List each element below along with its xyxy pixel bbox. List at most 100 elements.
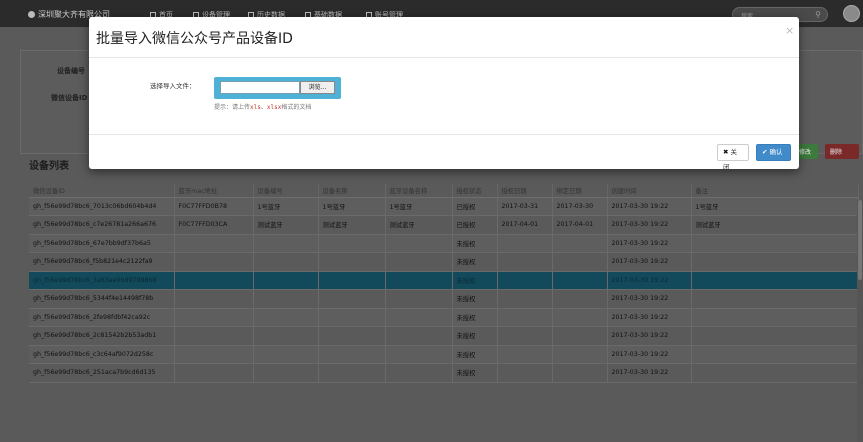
table-row[interactable]: gh_f56e99d78bc6_c7e26781a266a676 F0C77FFD… bbox=[29, 215, 859, 235]
table-cell: 2017-03-30 19:22 bbox=[607, 363, 692, 383]
col-header[interactable]: 设备名称 bbox=[318, 184, 386, 198]
table-cell: 2017-03-30 19:22 bbox=[607, 271, 692, 290]
col-header[interactable]: 绑定日期 bbox=[552, 184, 608, 198]
table-cell: 2017-03-30 19:22 bbox=[607, 326, 692, 346]
table-cell: 2017-03-30 19:22 bbox=[607, 345, 692, 364]
table-cell bbox=[552, 363, 608, 383]
table-body: gh_f56e99d78bc6_7013c06bd604b4d4 F0C77FFD… bbox=[29, 197, 859, 383]
table-cell bbox=[552, 271, 608, 290]
table-cell: gh_f56e99d78bc6_2c81542b2b53adb1 bbox=[29, 326, 175, 346]
wx-device-id-label: 微信设备ID bbox=[51, 94, 88, 102]
col-header[interactable]: 蓝牙设备名称 bbox=[385, 184, 453, 198]
table-row[interactable]: gh_f56e99d78bc6_2fe98fdbf42ca92c 未授权 2017-… bbox=[29, 308, 859, 327]
table-cell bbox=[691, 252, 859, 272]
file-picker: 浏览... bbox=[214, 77, 341, 99]
col-header[interactable]: 设备编号 bbox=[253, 184, 319, 198]
table-cell: 1号蓝牙 bbox=[318, 197, 386, 216]
modal-title: 批量导入微信公众号产品设备ID bbox=[96, 31, 293, 47]
table-cell bbox=[497, 326, 553, 346]
scrollbar[interactable] bbox=[857, 200, 863, 442]
section-title: 设备列表 bbox=[29, 161, 69, 172]
table-cell bbox=[318, 345, 386, 364]
table-cell: 2017-03-30 19:22 bbox=[607, 234, 692, 253]
table-row[interactable]: gh_f56e99d78bc6_7013c06bd604b4d4 F0C77FFD… bbox=[29, 197, 859, 216]
table-row[interactable]: gh_f56e99d78bc6_3a63ae9b997988b8 未授权 2017-… bbox=[29, 271, 859, 290]
table-cell bbox=[385, 345, 453, 364]
table-cell bbox=[174, 271, 254, 290]
file-label: 选择导入文件： bbox=[150, 82, 196, 90]
table-cell bbox=[253, 234, 319, 253]
table-header-row: 微信设备ID 蓝牙mac地址 设备编号 设备名称 蓝牙设备名称 授权状态 授权日… bbox=[29, 184, 859, 198]
table-row[interactable]: gh_f56e99d78bc6_5344f4e14498f78b 未授权 2017-… bbox=[29, 289, 859, 309]
table-cell: F0C77FFD03CA bbox=[174, 215, 254, 235]
upload-hint: 提示：请上传xls、xlsx格式的文档 bbox=[214, 104, 312, 111]
table-cell: 2017-03-30 19:22 bbox=[607, 308, 692, 327]
table-cell: F0C77FFD0B78 bbox=[174, 197, 254, 216]
table-cell bbox=[552, 308, 608, 327]
table-cell bbox=[691, 308, 859, 327]
table-cell: 1号蓝牙 bbox=[385, 197, 453, 216]
browse-button[interactable]: 浏览... bbox=[300, 81, 335, 94]
table-row[interactable]: gh_f56e99d78bc6_251aca7b9cd6d135 未授权 2017-… bbox=[29, 363, 859, 383]
table-cell bbox=[253, 308, 319, 327]
scrollbar-thumb[interactable] bbox=[858, 200, 862, 280]
table-cell bbox=[253, 326, 319, 346]
col-header[interactable]: 微信设备ID bbox=[29, 184, 175, 198]
close-button[interactable]: ✖ 关闭 bbox=[717, 144, 749, 171]
table-cell: 未授权 bbox=[452, 326, 498, 346]
table-cell: 未授权 bbox=[452, 289, 498, 309]
table-cell: gh_f56e99d78bc6_c3c64af9072d258c bbox=[29, 345, 175, 364]
modal-header: 批量导入微信公众号产品设备ID × bbox=[89, 17, 799, 58]
col-header[interactable]: 蓝牙mac地址 bbox=[174, 184, 254, 198]
modal-body: 选择导入文件： 浏览... 提示：请上传xls、xlsx格式的文档 bbox=[89, 58, 799, 134]
table-cell: 未授权 bbox=[452, 345, 498, 364]
close-icon[interactable]: × bbox=[785, 24, 794, 37]
table-cell bbox=[253, 271, 319, 290]
col-header[interactable]: 备注 bbox=[691, 184, 859, 198]
col-header[interactable]: 创建时间 bbox=[607, 184, 692, 198]
logo-icon bbox=[28, 11, 35, 18]
table-cell: 1号蓝牙 bbox=[691, 197, 859, 216]
table-cell bbox=[552, 289, 608, 309]
table-row[interactable]: gh_f56e99d78bc6_67e7bb9df37b6a5 未授权 2017-0… bbox=[29, 234, 859, 253]
table-cell: 2017-03-31 bbox=[497, 197, 553, 216]
table-cell: gh_f56e99d78bc6_f5b821e4c2122fa9 bbox=[29, 252, 175, 272]
table-cell: gh_f56e99d78bc6_5344f4e14498f78b bbox=[29, 289, 175, 309]
device-no-label: 设备编号 bbox=[57, 67, 85, 75]
table-row[interactable]: gh_f56e99d78bc6_c3c64af9072d258c 未授权 2017-… bbox=[29, 345, 859, 364]
table-cell: gh_f56e99d78bc6_c7e26781a266a676 bbox=[29, 215, 175, 235]
table-cell: gh_f56e99d78bc6_251aca7b9cd6d135 bbox=[29, 363, 175, 383]
table-cell bbox=[174, 289, 254, 309]
table-cell bbox=[691, 271, 859, 290]
table-cell bbox=[174, 326, 254, 346]
device-table-wrapper: 微信设备ID 蓝牙mac地址 设备编号 设备名称 蓝牙设备名称 授权状态 授权日… bbox=[29, 184, 859, 383]
table-row[interactable]: gh_f56e99d78bc6_f5b821e4c2122fa9 未授权 2017-… bbox=[29, 252, 859, 272]
table-cell: 2017-04-01 bbox=[497, 215, 553, 235]
table-cell: 测试蓝牙 bbox=[318, 215, 386, 235]
table-cell bbox=[497, 234, 553, 253]
table-cell bbox=[497, 345, 553, 364]
device-table: 微信设备ID 蓝牙mac地址 设备编号 设备名称 蓝牙设备名称 授权状态 授权日… bbox=[29, 184, 859, 383]
close-icon: ✖ bbox=[723, 148, 729, 156]
table-cell: 测试蓝牙 bbox=[385, 215, 453, 235]
table-cell bbox=[497, 271, 553, 290]
import-modal: 批量导入微信公众号产品设备ID × 选择导入文件： 浏览... 提示：请上传xl… bbox=[89, 17, 799, 171]
search-icon[interactable]: ⚲ bbox=[815, 10, 821, 19]
col-header[interactable]: 授权日期 bbox=[497, 184, 553, 198]
table-cell: 已授权 bbox=[452, 197, 498, 216]
confirm-button[interactable]: ✔ 确认 bbox=[756, 144, 791, 161]
file-path-input[interactable] bbox=[220, 81, 300, 94]
table-cell: 2017-04-01 bbox=[552, 215, 608, 235]
avatar[interactable] bbox=[843, 5, 860, 22]
table-cell: 2017-03-30 19:22 bbox=[607, 252, 692, 272]
table-cell: 测试蓝牙 bbox=[253, 215, 319, 235]
table-cell bbox=[318, 271, 386, 290]
table-row[interactable]: gh_f56e99d78bc6_2c81542b2b53adb1 未授权 2017-… bbox=[29, 326, 859, 346]
col-header[interactable]: 授权状态 bbox=[452, 184, 498, 198]
table-cell bbox=[318, 234, 386, 253]
table-cell bbox=[253, 363, 319, 383]
delete-button[interactable]: 删除 bbox=[825, 144, 859, 159]
table-cell bbox=[385, 271, 453, 290]
table-cell bbox=[253, 289, 319, 309]
table-cell bbox=[174, 234, 254, 253]
